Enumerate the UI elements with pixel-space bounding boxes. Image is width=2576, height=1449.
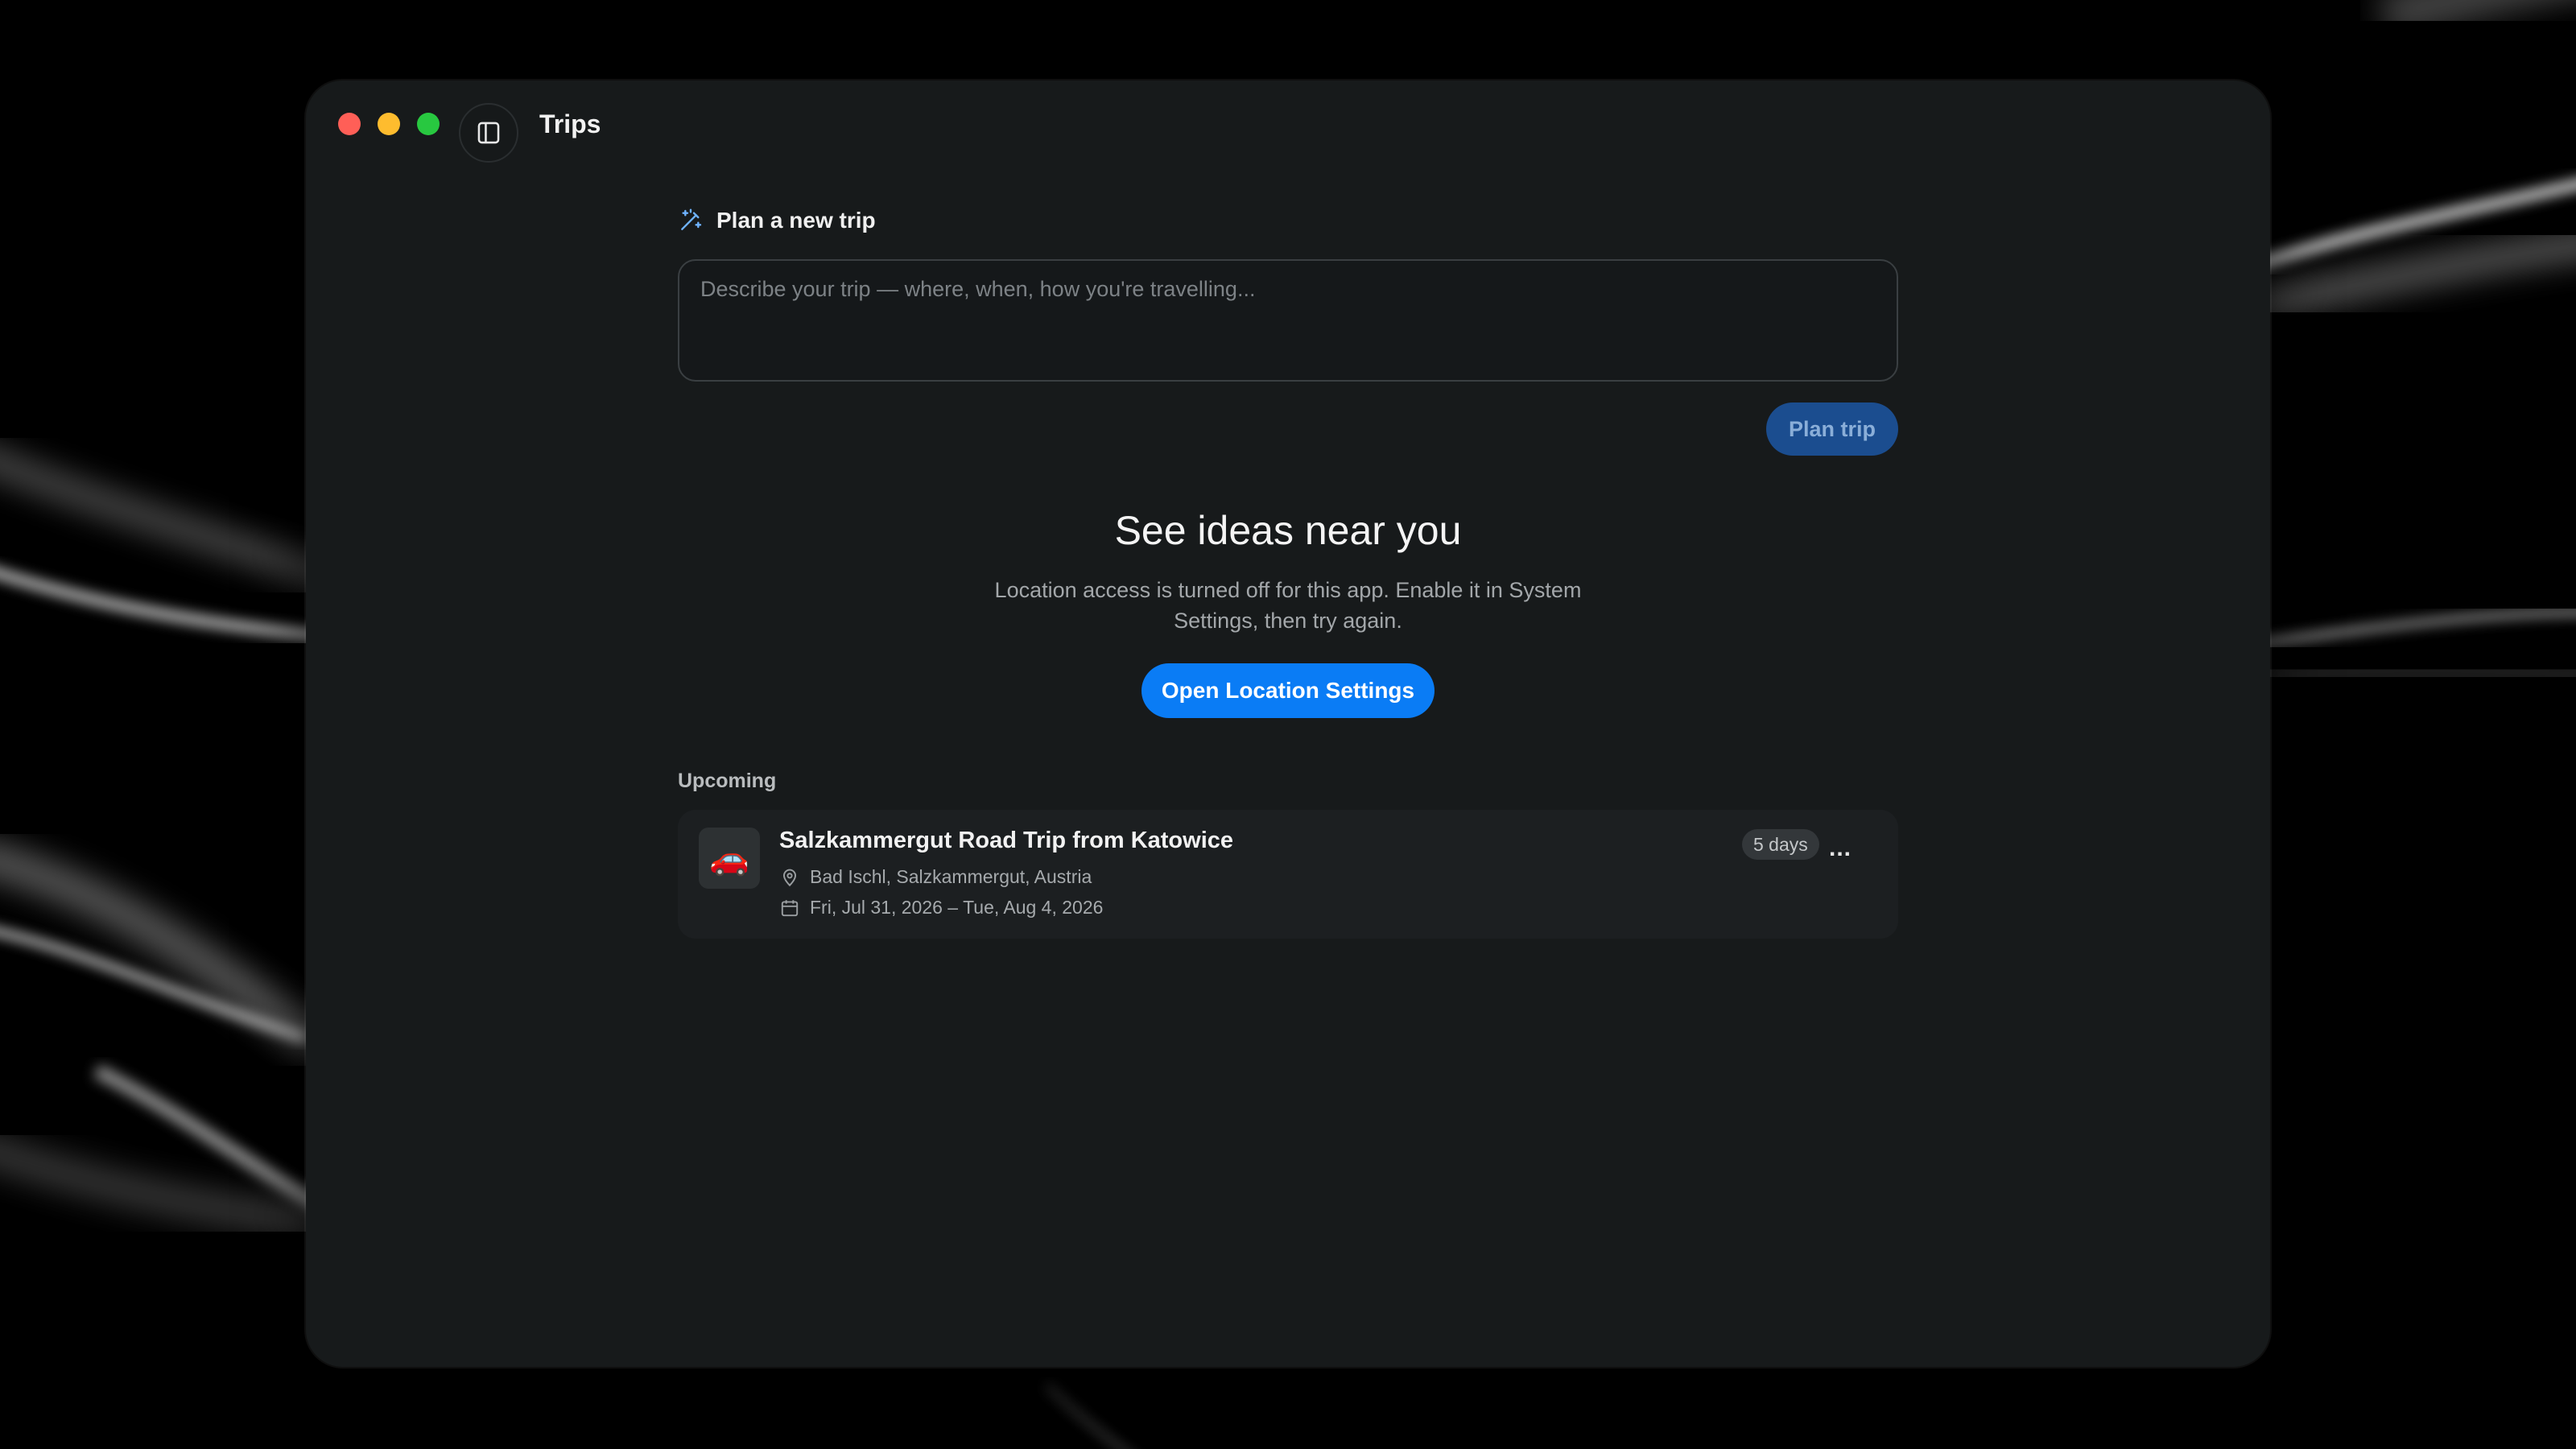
desktop: Trips Plan a new trip Plan trip See idea…: [0, 0, 2576, 1449]
ideas-description: Location access is turned off for this a…: [994, 578, 1582, 633]
close-window-button[interactable]: [338, 113, 361, 135]
sidebar-toggle-icon: [477, 122, 500, 144]
trip-location-row: Bad Ischl, Salzkammergut, Austria: [779, 866, 1092, 888]
minimize-window-button[interactable]: [378, 113, 400, 135]
calendar-icon: [781, 899, 799, 916]
trip-duration-badge: 5 days: [1742, 829, 1819, 860]
trip-description-input[interactable]: [678, 259, 1898, 382]
app-window: Trips Plan a new trip Plan trip See idea…: [306, 80, 2270, 1367]
plan-header: Plan a new trip: [678, 208, 876, 233]
magic-wand-icon: [681, 208, 702, 230]
title-bar: Trips: [306, 80, 2270, 169]
upcoming-section-label: Upcoming: [678, 770, 777, 792]
trip-title: Salzkammergut Road Trip from Katowice: [779, 828, 1234, 853]
map-pin-icon: [782, 869, 797, 886]
sidebar-toggle-button[interactable]: [459, 103, 518, 163]
plan-header-label: Plan a new trip: [716, 208, 876, 233]
window-title: Trips: [539, 109, 601, 138]
ideas-title: See ideas near you: [1114, 508, 1462, 553]
more-options-button[interactable]: ...: [1816, 829, 1864, 868]
trip-dates: Fri, Jul 31, 2026 – Tue, Aug 4, 2026: [810, 897, 1104, 918]
trip-dates-row: Fri, Jul 31, 2026 – Tue, Aug 4, 2026: [779, 897, 1103, 919]
open-location-settings-button[interactable]: Open Location Settings: [1141, 663, 1435, 718]
plan-trip-button[interactable]: Plan trip: [1765, 402, 1898, 456]
trip-card[interactable]: 🚗 Salzkammergut Road Trip from Katowice …: [678, 810, 1898, 939]
car-icon: 🚗: [699, 828, 760, 889]
trip-location: Bad Ischl, Salzkammergut, Austria: [810, 866, 1092, 887]
zoom-window-button[interactable]: [417, 113, 440, 135]
